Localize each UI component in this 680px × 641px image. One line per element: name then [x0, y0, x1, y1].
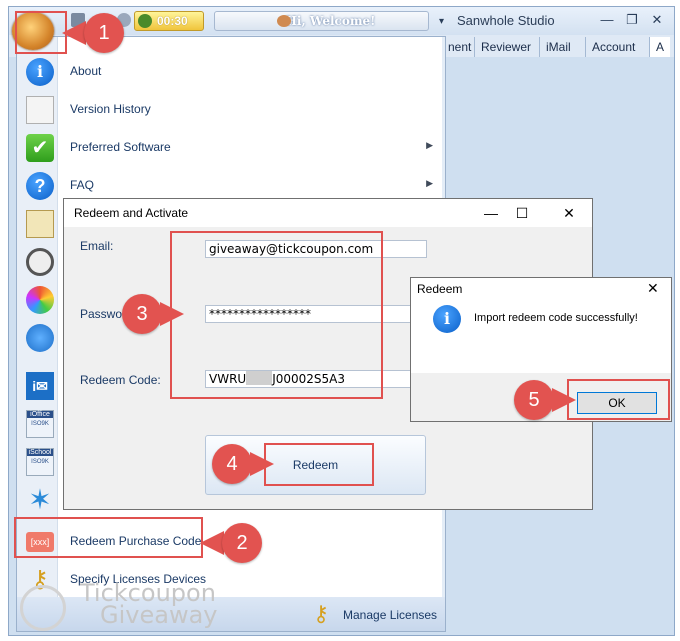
close-button[interactable]: ✕: [554, 202, 584, 224]
iso-text: ISO9K: [31, 459, 49, 465]
callout-arrow: [62, 21, 86, 45]
callout-arrow: [160, 302, 184, 326]
email-label: Email:: [80, 239, 114, 253]
minimize-button[interactable]: —: [476, 202, 506, 224]
password-label: Passwo: [80, 307, 123, 321]
watermark-logo-icon: [20, 585, 66, 631]
menu-item-label: About: [70, 64, 102, 78]
ischool-badge: iSchool: [27, 449, 53, 456]
maximize-button[interactable]: ❐: [621, 11, 643, 29]
popup-title-bar: Redeem ✕: [411, 278, 671, 301]
dialog-title-bar: Redeem and Activate — ☐ ✕: [64, 199, 592, 227]
annotation-callout-3: 3: [122, 294, 186, 334]
menu-item-label: Preferred Software: [70, 140, 171, 154]
clock-icon: [26, 248, 54, 276]
menu-item-label: FAQ: [70, 178, 95, 192]
ischool-icon: iSchool ISO9K: [26, 448, 54, 476]
chevron-right-icon: ▶: [426, 178, 433, 188]
callout-arrow: [552, 388, 576, 412]
close-button[interactable]: ✕: [647, 280, 659, 297]
menu-item-preferred-software[interactable]: ✔ Preferred Software ▶: [17, 129, 441, 165]
callout-arrow: [250, 452, 274, 476]
users-icon: [277, 15, 291, 27]
annotation-box-1: [15, 11, 67, 54]
watermark: Tickcoupon Giveaway: [80, 581, 218, 629]
callout-number: 5: [514, 380, 554, 420]
question-icon: ?: [26, 172, 54, 200]
minimize-button[interactable]: —: [596, 11, 618, 29]
tab-reviewer[interactable]: Reviewer: [474, 37, 537, 57]
maximize-button[interactable]: ☐: [507, 202, 537, 224]
annotation-callout-2: 2: [200, 523, 264, 563]
timer-icon: [138, 14, 152, 28]
star-logo-icon: ✶: [28, 484, 52, 515]
callout-number: 3: [122, 294, 162, 334]
keys-icon: ⚷: [313, 601, 330, 626]
chevron-right-icon: ▶: [426, 140, 433, 150]
popup-title: Redeem: [417, 282, 463, 296]
welcome-button[interactable]: Hi, Welcome!: [214, 11, 429, 31]
watermark-line2: Giveaway: [100, 601, 218, 629]
timer-button[interactable]: 00:30: [134, 11, 204, 31]
annotation-box-5: [567, 379, 670, 420]
callout-number: 1: [84, 13, 124, 53]
language-icon: [26, 324, 54, 352]
timer-text: 00:30: [157, 14, 188, 28]
tab-management[interactable]: nent: [441, 37, 477, 57]
close-button[interactable]: ✕: [646, 11, 668, 29]
annotation-box-2: [14, 517, 203, 558]
redeem-code-label: Redeem Code:: [80, 373, 161, 387]
annotation-callout-4: 4: [212, 444, 276, 484]
annotation-box-4: [264, 443, 374, 486]
dialog-title: Redeem and Activate: [74, 206, 189, 220]
manage-licenses-button[interactable]: ⚷ Manage Licenses: [313, 600, 441, 628]
info-icon: i: [433, 305, 461, 333]
tab-account[interactable]: Account: [585, 37, 641, 57]
ioffice-icon: iOffice ISO9K: [26, 410, 54, 438]
menu-item-label: Version History: [70, 102, 151, 116]
ioffice-badge: iOffice: [27, 411, 53, 418]
iso-text: ISO9K: [31, 421, 49, 427]
menu-item-version-history[interactable]: Version History: [17, 91, 441, 127]
imail-icon: i✉: [26, 372, 54, 400]
info-icon: i: [26, 58, 54, 86]
annotation-callout-1: 1: [62, 13, 126, 53]
chevron-down-icon[interactable]: ▾: [439, 16, 449, 27]
callout-number: 2: [222, 523, 262, 563]
popup-message: Import redeem code successfully!: [474, 312, 638, 324]
tab-imail[interactable]: iMail: [539, 37, 577, 57]
settings-window-icon: [26, 210, 54, 238]
manage-licenses-label: Manage Licenses: [343, 608, 438, 622]
window-title: Sanwhole Studio: [457, 13, 555, 28]
callout-number: 4: [212, 444, 252, 484]
annotation-callout-5: 5: [514, 380, 578, 420]
callout-arrow: [200, 531, 224, 555]
tab-a[interactable]: A: [649, 37, 671, 57]
palette-icon: [26, 286, 54, 314]
menu-item-about[interactable]: i About: [17, 53, 441, 89]
checkmark-icon: ✔: [26, 134, 54, 162]
annotation-box-3: [170, 231, 383, 399]
history-icon: [26, 96, 54, 124]
